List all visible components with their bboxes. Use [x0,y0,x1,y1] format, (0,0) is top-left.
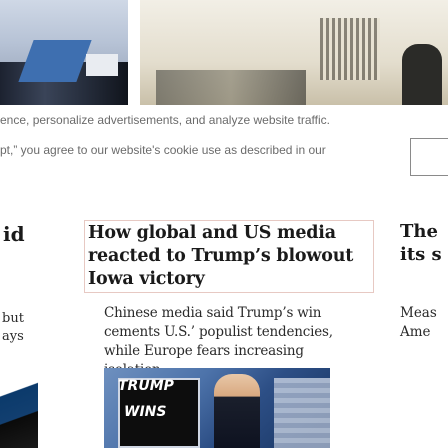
article-image-right[interactable] [140,0,448,105]
top-image-strip [0,0,448,105]
article-image-left[interactable] [0,0,128,105]
summary-line: ays [2,329,24,344]
cookie-accept-button[interactable] [410,138,448,176]
article-thumbnail[interactable]: TRUMP WINS [104,368,330,448]
headline-line: The [400,221,438,242]
image-shape [156,70,306,105]
person-figure [214,374,260,448]
flag-background [274,378,330,448]
image-shape [320,18,380,80]
summary-line: Meas [400,305,437,321]
cookie-text-line: ence, personalize advertisements, and an… [0,113,330,127]
image-gap [128,0,140,105]
headline-link[interactable]: How global and US media reacted to Trump… [88,223,353,289]
thumbnail-text: TRUMP [118,378,174,394]
article-headline[interactable]: How global and US media reacted to Trump… [84,220,374,293]
page: ence, personalize advertisements, and an… [0,0,448,448]
article-card-main: How global and US media reacted to Trump… [84,220,374,448]
cookie-text-line: pt,” you agree to our website's cookie u… [0,143,326,157]
thumbnail-text: WINS [124,404,167,420]
summary-line: but [2,311,24,326]
article-headline[interactable]: id [3,222,25,246]
image-shape [402,44,442,105]
article-card-right[interactable]: The its s Meas Ame [396,220,448,448]
articles-row: id but ays How global and US media react… [0,220,448,448]
article-summary: Meas Ame [400,304,437,342]
summary-line: Ame [400,324,431,340]
article-summary: but ays [2,310,24,346]
article-card-left[interactable]: id but ays [0,220,38,448]
article-headline[interactable]: The its s [400,220,442,266]
cookie-banner: ence, personalize advertisements, and an… [0,110,448,170]
article-thumbnail[interactable] [0,368,38,448]
headline-line: its s [400,244,442,265]
image-shape [86,54,118,76]
